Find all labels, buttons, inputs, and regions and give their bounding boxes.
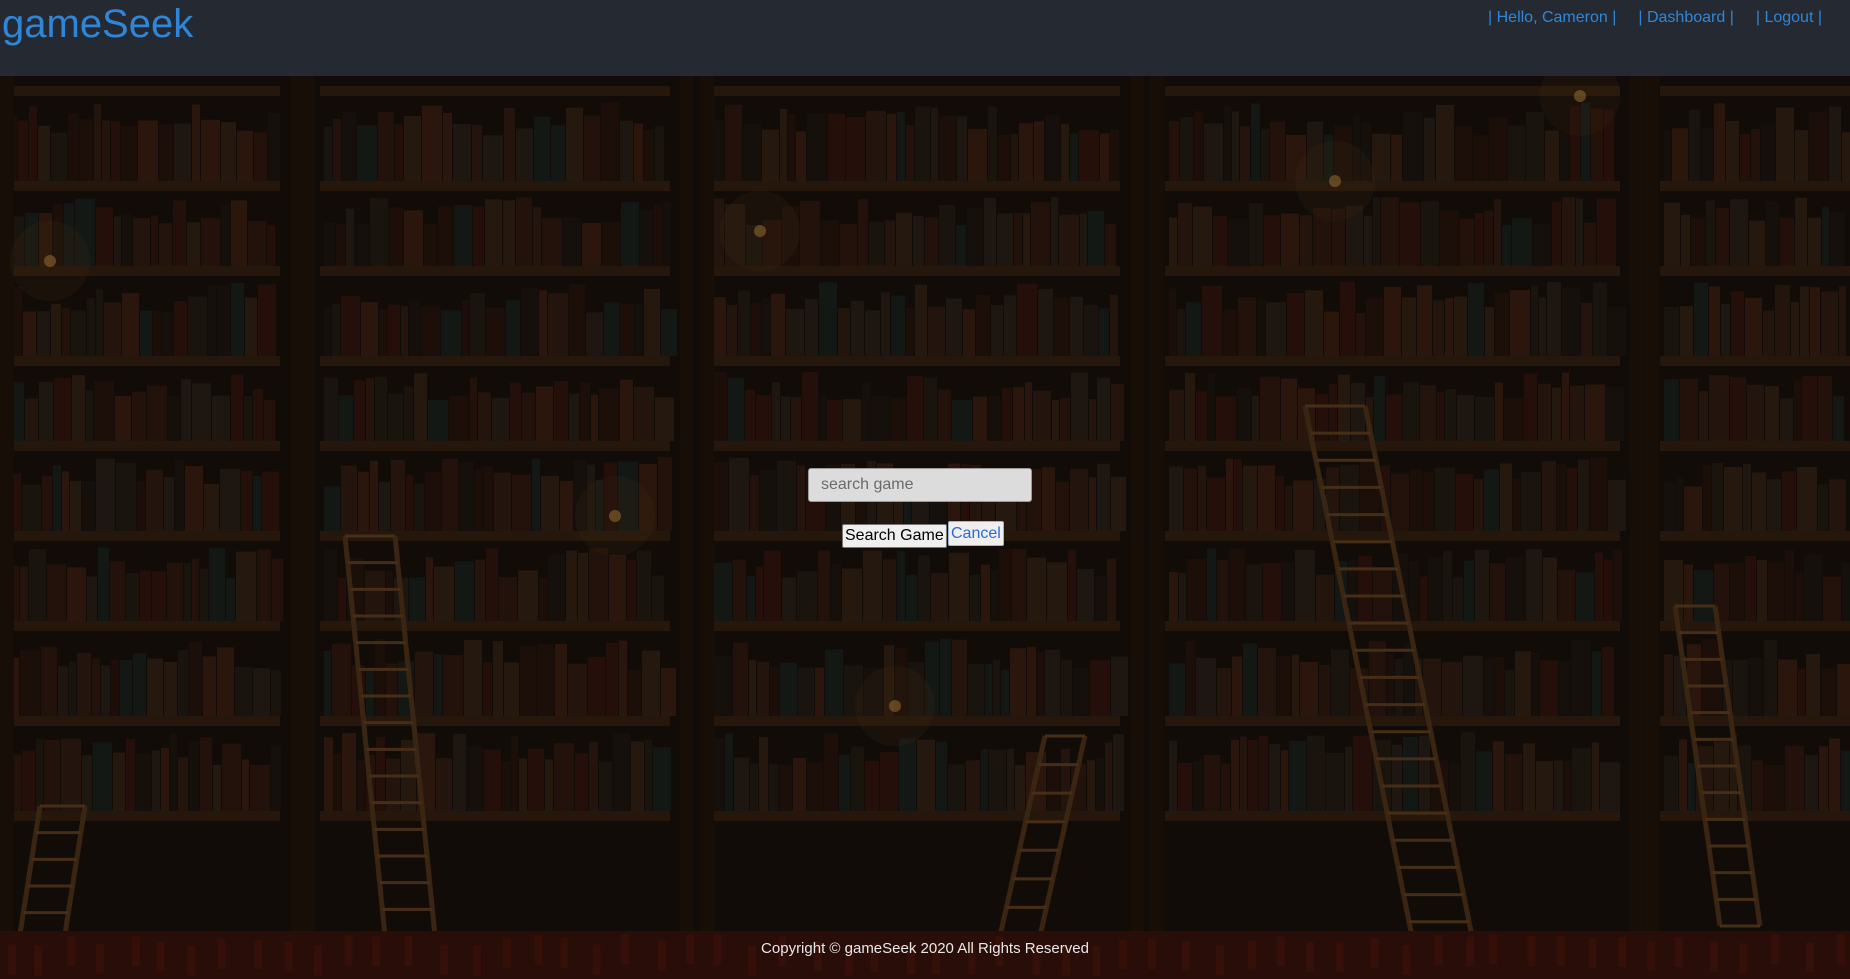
dashboard-link[interactable]: | Dashboard | <box>1638 9 1733 27</box>
logout-link[interactable]: | Logout | <box>1756 9 1822 27</box>
search-game-button[interactable]: Search Game <box>842 524 947 548</box>
search-input[interactable] <box>808 468 1032 502</box>
cancel-button[interactable]: Cancel <box>948 521 1004 546</box>
greeting-link[interactable]: | Hello, Cameron | <box>1488 9 1616 27</box>
footer-copyright: Copyright © gameSeek 2020 All Rights Res… <box>761 940 1089 957</box>
nav-links: | Hello, Cameron | | Dashboard | | Logou… <box>1488 9 1822 27</box>
top-navbar: gameSeek | Hello, Cameron | | Dashboard … <box>0 0 1850 76</box>
brand-logo-link[interactable]: gameSeek <box>2 2 193 47</box>
